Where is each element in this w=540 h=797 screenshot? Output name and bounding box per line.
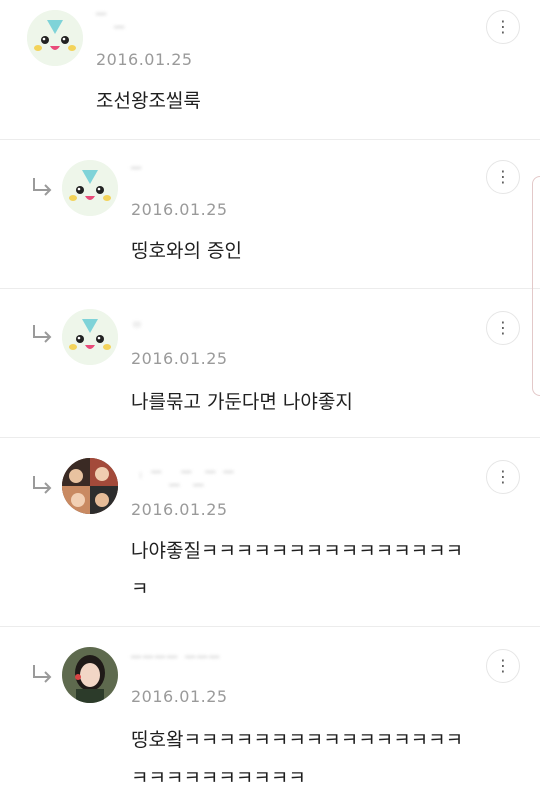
mascot-avatar[interactable] xyxy=(27,10,83,66)
reply-arrow-icon xyxy=(33,665,52,683)
comment-text: 나를묶고 가둔다면 나야좋지 xyxy=(131,391,353,413)
comment-author[interactable]: ▔▔▔▔ ▔▔▔ xyxy=(131,657,221,672)
comment-item: ᅵ ▔ ▁▔▁▔ ▔ 2016.01.25 나야좋질ㅋㅋㅋㅋㅋㅋㅋㅋㅋㅋㅋㅋㅋㅋ… xyxy=(0,438,540,626)
comment-author[interactable]: ᅵ ▔ ▁▔▁▔ ▔ xyxy=(131,468,235,487)
more-options-button[interactable]: ⋮ xyxy=(486,649,520,683)
more-vertical-icon: ⋮ xyxy=(495,318,511,337)
more-options-button[interactable]: ⋮ xyxy=(486,10,520,44)
mascot-avatar[interactable] xyxy=(62,309,118,365)
mascot-avatar[interactable] xyxy=(62,160,118,216)
more-vertical-icon: ⋮ xyxy=(495,656,511,675)
comment-text: 조선왕조씰룩 xyxy=(96,90,201,112)
group-photo-avatar[interactable] xyxy=(62,458,118,514)
comment-date: 2016.01.25 xyxy=(131,349,228,368)
comment-text: 띵호왘ㅋㅋㅋㅋㅋㅋㅋㅋㅋㅋㅋㅋㅋㅋㅋㅋㅋㅋㅋㅋㅋㅋㅋㅋㅋㅋ xyxy=(131,729,464,789)
reply-arrow-icon xyxy=(33,476,52,494)
comment-item: ▔ 2016.01.25 띵호와의 증인 ⋮ xyxy=(0,140,540,288)
comment-item: ᅙ 2016.01.25 나를묶고 가둔다면 나야좋지 ⋮ xyxy=(0,289,540,437)
comment-text: 나야좋질ㅋㅋㅋㅋㅋㅋㅋㅋㅋㅋㅋㅋㅋㅋㅋㅋ xyxy=(131,540,464,600)
comment-text: 띵호와의 증인 xyxy=(131,240,242,262)
comment-author[interactable]: ▔ xyxy=(131,168,143,183)
comment-date: 2016.01.25 xyxy=(131,500,228,519)
reply-arrow-icon xyxy=(33,325,52,343)
more-vertical-icon: ⋮ xyxy=(495,167,511,186)
comment-date: 2016.01.25 xyxy=(96,50,193,69)
more-options-button[interactable]: ⋮ xyxy=(486,311,520,345)
more-options-button[interactable]: ⋮ xyxy=(486,460,520,494)
portrait-avatar[interactable] xyxy=(62,647,118,703)
more-vertical-icon: ⋮ xyxy=(495,17,511,36)
more-vertical-icon: ⋮ xyxy=(495,467,511,486)
comment-item: ▔ ▁ 2016.01.25 조선왕조씰룩 ⋮ xyxy=(0,0,540,139)
comment-date: 2016.01.25 xyxy=(131,200,228,219)
comment-author[interactable]: ▔ ▁ xyxy=(96,14,126,29)
comment-date: 2016.01.25 xyxy=(131,687,228,706)
reply-arrow-icon xyxy=(33,178,52,196)
comment-item: ▔▔▔▔ ▔▔▔ 2016.01.25 띵호왘ㅋㅋㅋㅋㅋㅋㅋㅋㅋㅋㅋㅋㅋㅋㅋㅋㅋ… xyxy=(0,627,540,796)
scroll-edge-handle[interactable] xyxy=(532,176,540,396)
more-options-button[interactable]: ⋮ xyxy=(486,160,520,194)
comment-author[interactable]: ᅙ xyxy=(131,317,145,336)
